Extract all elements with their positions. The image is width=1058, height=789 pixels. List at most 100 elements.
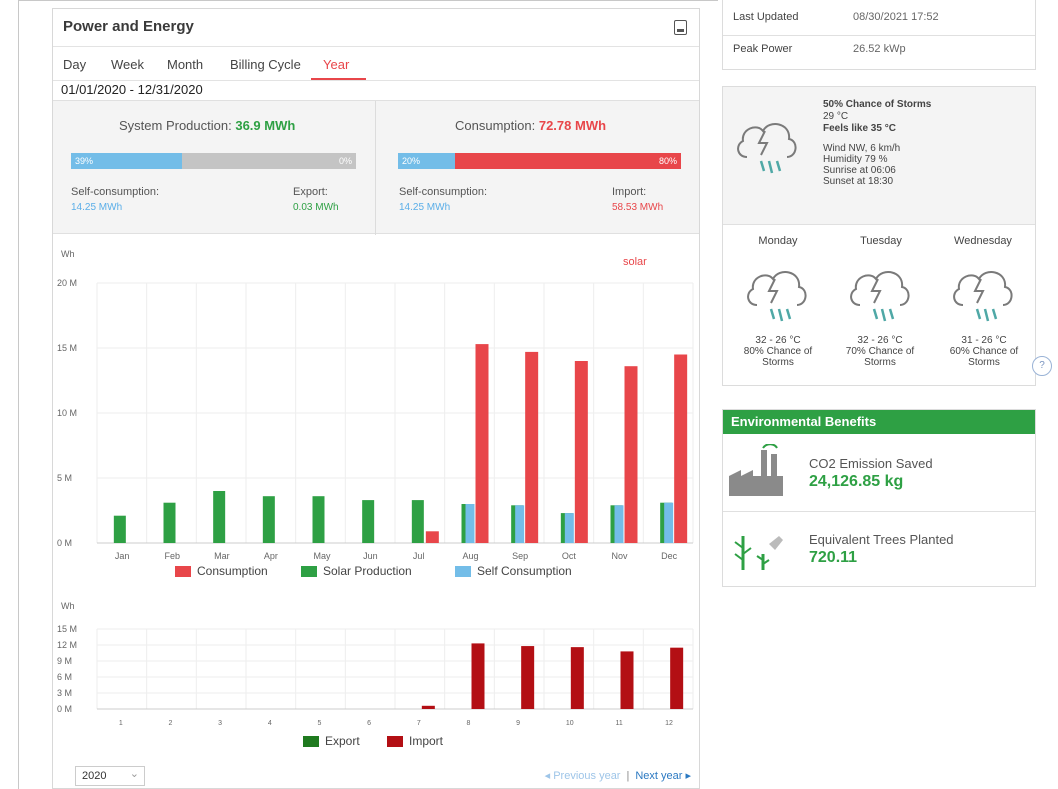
consumption-bar: 20% 80% xyxy=(398,153,681,169)
x-tick-label: 7 xyxy=(417,720,421,727)
consumption-self-label: Self-consumption: xyxy=(399,186,488,198)
forecast-chance: 70% Chance of xyxy=(845,346,915,357)
power-energy-panel: Power and Energy Day Week Month Billing … xyxy=(52,8,700,789)
x-tick-label: 6 xyxy=(367,720,371,727)
forecast-day-details: 32 - 26 °C 80% Chance of Storms xyxy=(730,335,826,368)
pager-separator: | xyxy=(626,770,630,782)
storm-cloud-icon xyxy=(850,271,910,322)
y-tick-label: 0 M xyxy=(57,704,72,714)
year-pager: ◂ Previous year | Next year ▸ xyxy=(545,769,691,782)
tree-icon xyxy=(734,536,783,570)
production-bar: 39% 0% xyxy=(71,153,356,169)
active-tab-indicator xyxy=(311,78,366,80)
forecast-condition: Storms xyxy=(864,357,896,368)
y-tick-label: 6 M xyxy=(57,672,72,682)
x-tick-label: 1 xyxy=(119,720,123,727)
consumption-self-fill: 20% xyxy=(398,153,455,169)
x-tick-label: Oct xyxy=(562,551,577,561)
y-tick-label: 15 M xyxy=(57,624,77,634)
trees-row: Equivalent Trees Planted 720.11 xyxy=(723,511,1035,587)
solar-production-bar xyxy=(163,502,176,543)
site-info-card: Last Updated 08/30/2021 17:52 Peak Power… xyxy=(722,0,1036,70)
x-tick-label: 8 xyxy=(467,720,471,727)
import-bar xyxy=(620,651,634,709)
tab-week[interactable]: Week xyxy=(111,57,144,72)
panel-header: Power and Energy xyxy=(53,9,699,47)
peak-power-label: Peak Power xyxy=(733,43,793,55)
y-tick-label: 0 M xyxy=(57,538,72,548)
tab-month[interactable]: Month xyxy=(167,57,203,72)
self-consumption-bar xyxy=(614,505,624,543)
next-year-link[interactable]: Next year ▸ xyxy=(635,770,691,782)
trees-label: Equivalent Trees Planted xyxy=(809,532,954,547)
weather-humidity: Humidity 79 % xyxy=(823,154,888,165)
self-consumption-bar xyxy=(564,513,574,543)
page-left-border xyxy=(18,0,19,789)
forecast-day-name: Monday xyxy=(758,235,798,247)
forecast-condition: Storms xyxy=(968,357,1000,368)
solar-production-bar xyxy=(312,496,325,543)
x-tick-label: Aug xyxy=(463,551,479,561)
consumption-bar xyxy=(425,531,439,543)
legend-swatch xyxy=(303,736,319,747)
x-tick-label: 4 xyxy=(268,720,272,727)
forecast-range: 32 - 26 °C xyxy=(755,335,801,346)
y-tick-label: 9 M xyxy=(57,656,72,666)
legend-label: Self Consumption xyxy=(477,564,572,578)
legend-label: Consumption xyxy=(197,564,268,578)
consumption-value: 72.78 MWh xyxy=(538,118,607,133)
forecast-range: 32 - 26 °C xyxy=(857,335,903,346)
solar-production-bar xyxy=(213,491,226,543)
legend-label: Export xyxy=(325,734,360,748)
x-tick-label: 10 xyxy=(566,720,574,727)
legend-label: Solar Production xyxy=(323,564,412,578)
help-icon[interactable]: ? xyxy=(1032,356,1052,376)
x-tick-label: 11 xyxy=(616,720,623,727)
year-select[interactable]: 2020 xyxy=(75,766,145,786)
consumption-bar xyxy=(525,351,539,543)
x-tick-label: Apr xyxy=(264,551,278,561)
x-tick-label: 5 xyxy=(318,720,322,727)
export-label: Export: xyxy=(293,186,328,198)
panel-title: Power and Energy xyxy=(63,18,194,35)
production-self-label: Self-consumption: xyxy=(71,186,160,198)
co2-row: CO2 Emission Saved 24,126.85 kg xyxy=(723,434,1035,510)
tab-day[interactable]: Day xyxy=(63,57,86,72)
import-value: 58.53 MWh xyxy=(612,202,664,213)
self-consumption-bar xyxy=(664,502,674,543)
production-heading: System Production: 36.9 MWh xyxy=(119,118,295,133)
consumption-bar xyxy=(475,344,489,543)
import-bar xyxy=(570,647,584,709)
last-updated-value: 08/30/2021 17:52 xyxy=(853,11,939,23)
tab-year[interactable]: Year xyxy=(323,57,349,72)
consumption-label: Consumption: xyxy=(455,118,536,133)
y-tick-label: 15 M xyxy=(57,343,77,353)
production-label: System Production: xyxy=(119,118,232,133)
factory-icon xyxy=(729,444,783,496)
weather-card: 50% Chance of Storms 29 °C Feels like 35… xyxy=(722,86,1036,386)
period-tabs: Day Week Month Billing Cycle Year xyxy=(53,53,699,81)
import-label: Import: xyxy=(612,186,647,198)
forecast-range: 31 - 26 °C xyxy=(961,335,1007,346)
export-value: 0.03 MWh xyxy=(293,202,339,213)
x-tick-label: Feb xyxy=(165,551,181,561)
import-bar xyxy=(521,646,535,709)
x-tick-label: Nov xyxy=(612,551,629,561)
env-title: Environmental Benefits xyxy=(723,410,1035,434)
x-tick-label: Jun xyxy=(363,551,378,561)
production-self-pct: 39% xyxy=(75,156,94,166)
self-consumption-bar xyxy=(465,504,475,543)
document-export-icon[interactable] xyxy=(674,20,687,35)
peak-power-value: 26.52 kWp xyxy=(853,43,906,55)
x-tick-label: Mar xyxy=(214,551,230,561)
legend-label: Import xyxy=(409,734,444,748)
tab-billing-cycle[interactable]: Billing Cycle xyxy=(230,57,301,72)
peak-power-row: Peak Power 26.52 kWp xyxy=(723,38,1035,68)
weather-current: 50% Chance of Storms 29 °C Feels like 35… xyxy=(723,87,1035,225)
y-tick-label: 20 M xyxy=(57,278,77,288)
self-consumption-bar xyxy=(515,505,525,543)
import-bar xyxy=(421,705,435,709)
previous-year-link[interactable]: ◂ Previous year xyxy=(545,770,621,782)
y-tick-label: 12 M xyxy=(57,640,77,650)
forecast-condition: Storms xyxy=(762,357,794,368)
